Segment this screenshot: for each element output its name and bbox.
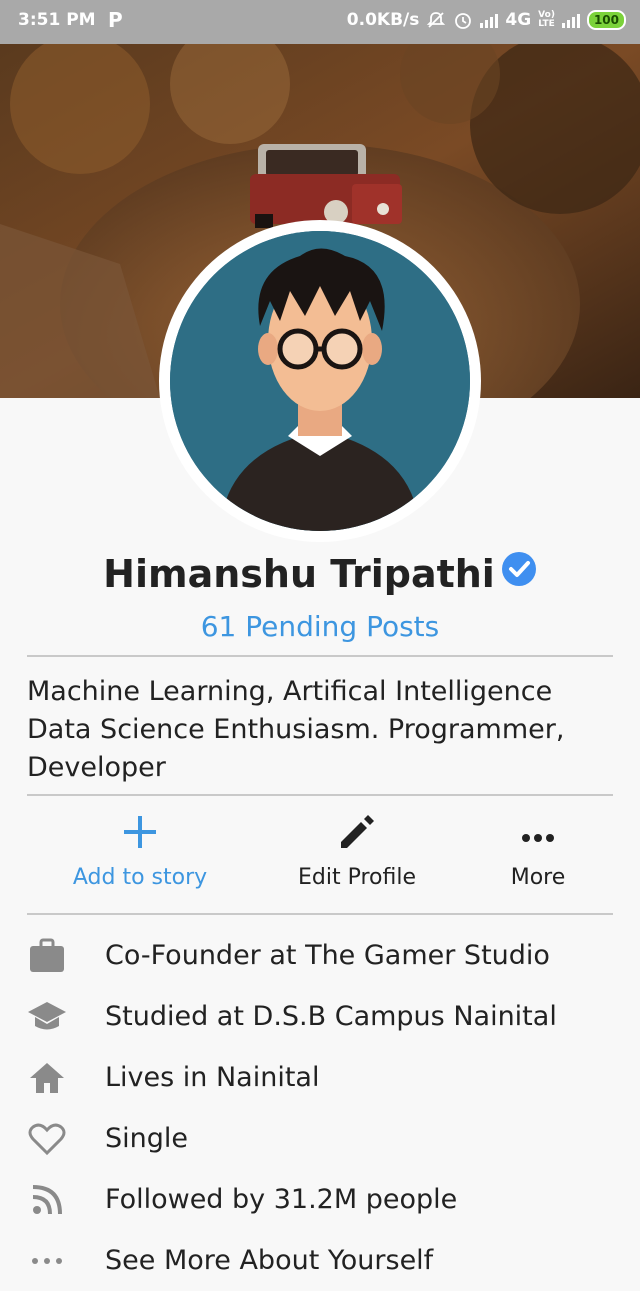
list-item-followers[interactable]: Followed by 31.2M people	[27, 1169, 613, 1230]
list-item-see-more[interactable]: See More About Yourself	[27, 1230, 613, 1291]
list-item-location[interactable]: Lives in Nainital	[27, 1047, 613, 1108]
profile-picture[interactable]	[159, 220, 481, 542]
more-horiz-icon	[27, 1241, 67, 1281]
pending-posts-link[interactable]: 61 Pending Posts	[0, 610, 640, 643]
network-type: 4G	[505, 10, 532, 30]
alarm-icon	[455, 13, 472, 29]
more-label: More	[510, 865, 566, 890]
profile-name: Himanshu Tripathi	[103, 552, 495, 596]
followers-text: Followed by 31.2M people	[105, 1184, 458, 1215]
add-to-story-button[interactable]: Add to story	[65, 812, 215, 890]
divider	[27, 794, 613, 796]
more-icon	[522, 834, 554, 842]
add-to-story-label: Add to story	[72, 865, 208, 890]
profile-name-row: Himanshu Tripathi	[0, 552, 640, 599]
verified-badge-icon	[501, 551, 537, 596]
work-text: Co-Founder at The Gamer Studio	[105, 940, 550, 971]
edit-profile-button[interactable]: Edit Profile	[282, 812, 432, 890]
location-text: Lives in Nainital	[105, 1062, 320, 1093]
signal-icon	[480, 12, 499, 28]
profile-actions: Add to story Edit Profile More	[27, 812, 613, 908]
volte-icon: Vo) LTE	[538, 10, 555, 29]
more-button[interactable]: More	[493, 812, 583, 890]
see-more-text: See More About Yourself	[105, 1245, 434, 1276]
heart-icon	[27, 1119, 67, 1159]
plus-icon	[124, 816, 156, 848]
network-speed: 0.0KB/s	[346, 10, 420, 30]
mute-icon	[427, 12, 446, 28]
divider	[27, 913, 613, 915]
relationship-text: Single	[105, 1123, 189, 1154]
divider	[27, 655, 613, 657]
signal-icon-2	[561, 12, 580, 28]
battery-icon: 100	[586, 10, 626, 30]
home-icon	[27, 1058, 67, 1098]
briefcase-icon	[27, 936, 67, 976]
list-item-relationship[interactable]: Single	[27, 1108, 613, 1169]
list-item-education[interactable]: Studied at D.S.B Campus Nainital	[27, 986, 613, 1047]
edit-profile-label: Edit Profile	[297, 865, 416, 890]
rss-icon	[27, 1180, 67, 1220]
profile-bio: Machine Learning, Artifical Intelligence…	[27, 676, 565, 783]
status-bar: 3:51 PM P 0.0KB/s 4G Vo) LTE 100	[0, 0, 640, 44]
status-time: 3:51 PM	[18, 10, 96, 30]
list-item-work[interactable]: Co-Founder at The Gamer Studio	[27, 925, 613, 986]
education-text: Studied at D.S.B Campus Nainital	[105, 1001, 557, 1032]
pencil-icon	[341, 815, 374, 848]
parking-app-icon: P	[108, 8, 123, 32]
school-icon	[27, 997, 67, 1037]
about-list: Co-Founder at The Gamer Studio Studied a…	[27, 925, 613, 1291]
avatar-illustration	[170, 231, 470, 531]
